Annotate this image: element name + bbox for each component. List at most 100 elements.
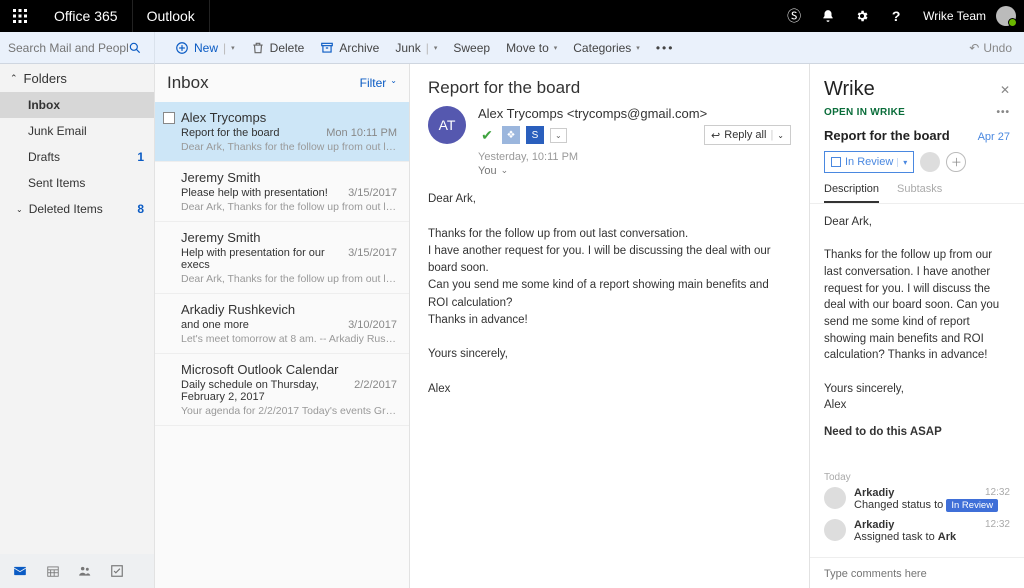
new-label: New xyxy=(194,41,218,55)
junk-label: Junk xyxy=(395,41,420,55)
people-icon[interactable] xyxy=(78,564,92,578)
message-timestamp: Yesterday, 10:11 PM xyxy=(478,151,791,163)
search-icon[interactable] xyxy=(128,41,142,55)
activity-time: 12:32 xyxy=(985,519,1010,530)
junk-button[interactable]: Junk|▾ xyxy=(387,32,445,64)
message-checkbox[interactable] xyxy=(163,112,175,124)
activity-item: Arkadiy12:32Changed status to In Review xyxy=(824,487,1010,511)
status-label: In Review xyxy=(845,156,893,168)
sender-avatar: AT xyxy=(428,106,466,144)
folder-deleted[interactable]: ⌄Deleted Items8 xyxy=(0,196,154,222)
chevron-down-icon[interactable]: ▾ xyxy=(554,44,558,52)
comment-input[interactable] xyxy=(824,568,1010,580)
chevron-down-icon[interactable]: ⌄ xyxy=(777,131,784,140)
chevron-down-icon[interactable]: ▾ xyxy=(636,44,640,52)
tab-subtasks[interactable]: Subtasks xyxy=(897,183,942,203)
chevron-down-icon[interactable]: ▾ xyxy=(231,44,235,52)
new-button[interactable]: New|▾ xyxy=(167,32,243,64)
message-item[interactable]: Microsoft Outlook CalendarDaily schedule… xyxy=(155,354,409,426)
delete-button[interactable]: Delete xyxy=(243,32,313,64)
activity-action: Changed status to xyxy=(854,499,943,511)
assignee-avatar[interactable] xyxy=(920,152,940,172)
filter-button[interactable]: Filter⌄ xyxy=(360,76,397,90)
undo-icon[interactable]: ↶ xyxy=(969,41,979,55)
calendar-icon[interactable] xyxy=(46,564,60,578)
task-due-date[interactable]: Apr 27 xyxy=(978,131,1010,143)
move-to-button[interactable]: Move to ▾ xyxy=(498,32,565,64)
folder-drafts[interactable]: Drafts1 xyxy=(0,144,154,170)
message-from: Jeremy Smith xyxy=(181,230,397,245)
undo-button[interactable]: Undo xyxy=(983,41,1012,55)
office365-label[interactable]: Office 365 xyxy=(40,0,133,32)
message-date: Mon 10:11 PM xyxy=(326,127,397,139)
message-from: Microsoft Outlook Calendar xyxy=(181,362,397,377)
categories-button[interactable]: Categories▾ xyxy=(565,32,648,64)
message-subject: Help with presentation for our execs xyxy=(181,247,348,271)
recipient-you: You xyxy=(478,165,497,177)
message-item[interactable]: Alex TrycompsReport for the boardMon 10:… xyxy=(155,102,409,162)
mail-icon[interactable] xyxy=(12,564,28,578)
message-item[interactable]: Arkadiy Rushkevichand one more3/10/2017L… xyxy=(155,294,409,354)
chevron-down-icon[interactable]: ▾ xyxy=(434,44,438,52)
folder-inbox[interactable]: Inbox xyxy=(0,92,154,118)
close-icon[interactable]: ✕ xyxy=(1000,83,1010,97)
task-description: Dear Ark, Thanks for the follow up from … xyxy=(810,204,1024,466)
message-item[interactable]: Jeremy SmithPlease help with presentatio… xyxy=(155,162,409,222)
user-avatar[interactable] xyxy=(996,6,1016,26)
tab-description[interactable]: Description xyxy=(824,183,879,203)
tasks-icon[interactable] xyxy=(110,564,124,578)
move-to-label: Move to xyxy=(506,41,549,55)
desc-greeting: Dear Ark, xyxy=(824,214,1010,231)
search-input[interactable] xyxy=(8,41,128,55)
title-bar: Office 365 Outlook Ⓢ ? Wrike Team xyxy=(0,0,1024,32)
folders-header[interactable]: ⌃ Folders xyxy=(0,64,154,92)
more-icon[interactable]: ••• xyxy=(996,107,1010,118)
message-subject: Report for the board xyxy=(181,127,279,139)
folder-sent[interactable]: Sent Items xyxy=(0,170,154,196)
search-box[interactable] xyxy=(0,32,155,64)
filter-label: Filter xyxy=(360,76,387,90)
archive-label: Archive xyxy=(339,41,379,55)
desc-asap: Need to do this ASAP xyxy=(824,424,1010,441)
skype-icon[interactable]: Ⓢ xyxy=(777,0,811,32)
more-button[interactable]: ••• xyxy=(648,32,683,64)
divider: | xyxy=(770,129,773,141)
comment-box[interactable] xyxy=(810,557,1024,588)
folder-label: Deleted Items xyxy=(29,202,103,216)
add-assignee-button[interactable]: ＋ xyxy=(946,152,966,172)
message-date: 3/10/2017 xyxy=(348,319,397,331)
activity-user: Arkadiy xyxy=(854,519,894,531)
reading-pane: Report for the board AT Alex Trycomps <t… xyxy=(410,64,809,588)
sweep-button[interactable]: Sweep xyxy=(445,32,498,64)
addin-icon[interactable]: ❖ xyxy=(502,126,520,144)
settings-icon[interactable] xyxy=(845,0,879,32)
expand-recipients-icon[interactable]: ⌄ xyxy=(501,165,509,177)
checkmark-icon[interactable]: ✔ xyxy=(478,126,496,144)
message-preview: Dear Ark, Thanks for the follow up from … xyxy=(181,201,397,213)
folder-junk[interactable]: Junk Email xyxy=(0,118,154,144)
notifications-icon[interactable] xyxy=(811,0,845,32)
open-in-wrike-link[interactable]: OPEN IN WRIKE xyxy=(824,107,905,118)
help-icon[interactable]: ? xyxy=(879,0,913,32)
chevron-down-icon: ▾ xyxy=(897,158,907,167)
chevron-down-icon[interactable]: ⌄ xyxy=(550,128,567,143)
status-dropdown[interactable]: In Review ▾ xyxy=(824,151,914,173)
activity-stream: Today Arkadiy12:32Changed status to In R… xyxy=(810,466,1024,557)
activity-avatar xyxy=(824,519,846,541)
sharepoint-icon[interactable]: S xyxy=(526,126,544,144)
message-item[interactable]: Jeremy Smith Help with presentation for o… xyxy=(155,222,409,294)
message-subject: Please help with presentation! xyxy=(181,187,328,199)
message-list: Inbox Filter⌄ Alex TrycompsReport for th… xyxy=(155,64,410,588)
app-launcher-icon[interactable] xyxy=(0,0,40,32)
chevron-up-icon: ⌃ xyxy=(10,73,18,84)
activity-action: Assigned task to xyxy=(854,531,935,543)
reply-label: Reply all xyxy=(724,129,766,141)
desc-sign: Yours sincerely, Alex xyxy=(824,381,1010,414)
team-name: Wrike Team xyxy=(913,9,996,23)
message-preview: Dear Ark, Thanks for the follow up from … xyxy=(181,273,397,285)
outlook-label: Outlook xyxy=(133,0,210,32)
archive-button[interactable]: Archive xyxy=(312,32,387,64)
reply-all-button[interactable]: ↩ Reply all | ⌄ xyxy=(704,125,791,145)
folder-count: 8 xyxy=(137,202,144,216)
message-date: 3/15/2017 xyxy=(348,247,397,271)
